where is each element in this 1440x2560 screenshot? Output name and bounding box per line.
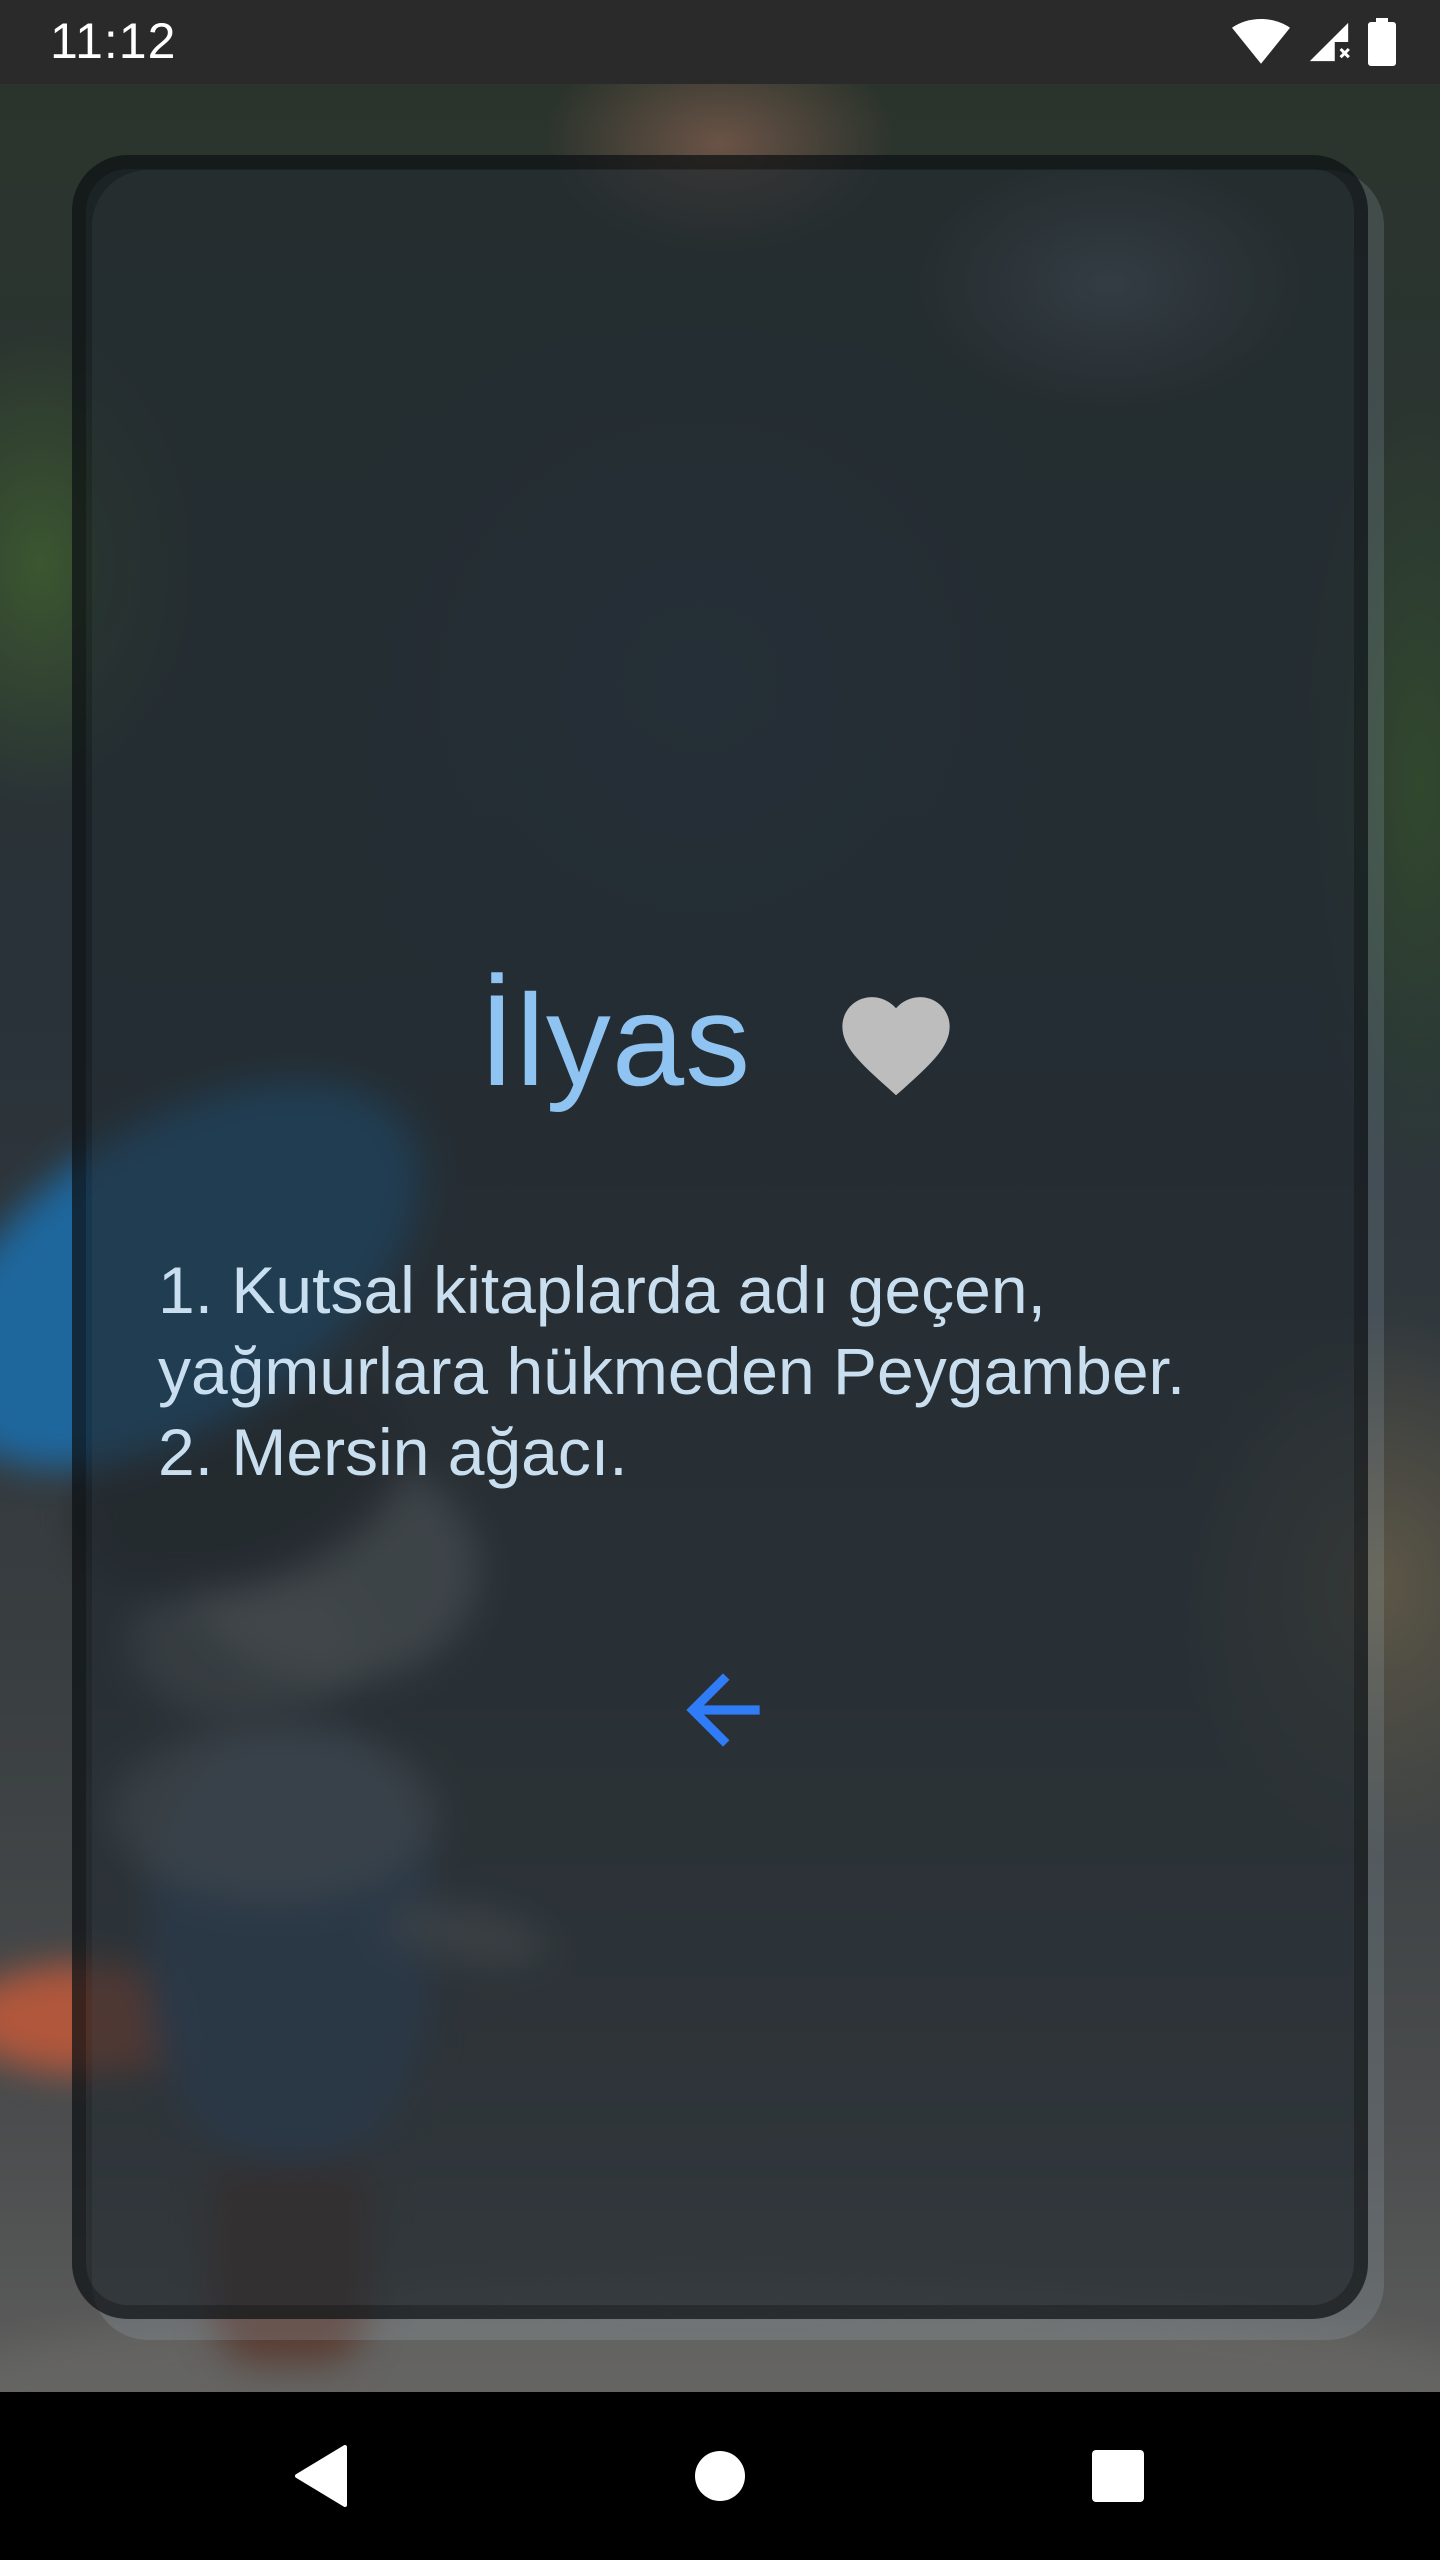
back-triangle-icon [295, 2445, 347, 2507]
nav-back-button[interactable] [240, 2392, 400, 2560]
definition-line: yağmurlara hükmeden Peygamber. [158, 1334, 1186, 1408]
status-bar: 11:12 [0, 0, 1440, 84]
definition-line: 2. Mersin ağacı. [158, 1415, 628, 1489]
home-circle-icon [695, 2451, 745, 2501]
status-time: 11:12 [50, 13, 177, 69]
status-icons [1216, 18, 1396, 66]
battery-icon [1368, 18, 1396, 66]
nav-recents-button[interactable] [1038, 2392, 1198, 2560]
navigation-bar [0, 2392, 1440, 2560]
arrow-left-icon [686, 1673, 760, 1747]
title-row: İlyas [72, 945, 1368, 1135]
heart-icon[interactable] [831, 981, 961, 1099]
word-title: İlyas [478, 967, 752, 1113]
wifi-icon [1232, 19, 1290, 64]
word-card: İlyas 1. Kutsal kitaplarda adı geçen, ya… [72, 155, 1368, 2319]
definition-line: 1. Kutsal kitaplarda adı geçen, [158, 1253, 1046, 1327]
nav-home-button[interactable] [640, 2392, 800, 2560]
recents-square-icon [1092, 2450, 1144, 2502]
cell-signal-icon [1309, 22, 1350, 62]
definition-text: 1. Kutsal kitaplarda adı geçen, yağmurla… [158, 1250, 1318, 1493]
back-arrow-button[interactable] [658, 1645, 788, 1775]
